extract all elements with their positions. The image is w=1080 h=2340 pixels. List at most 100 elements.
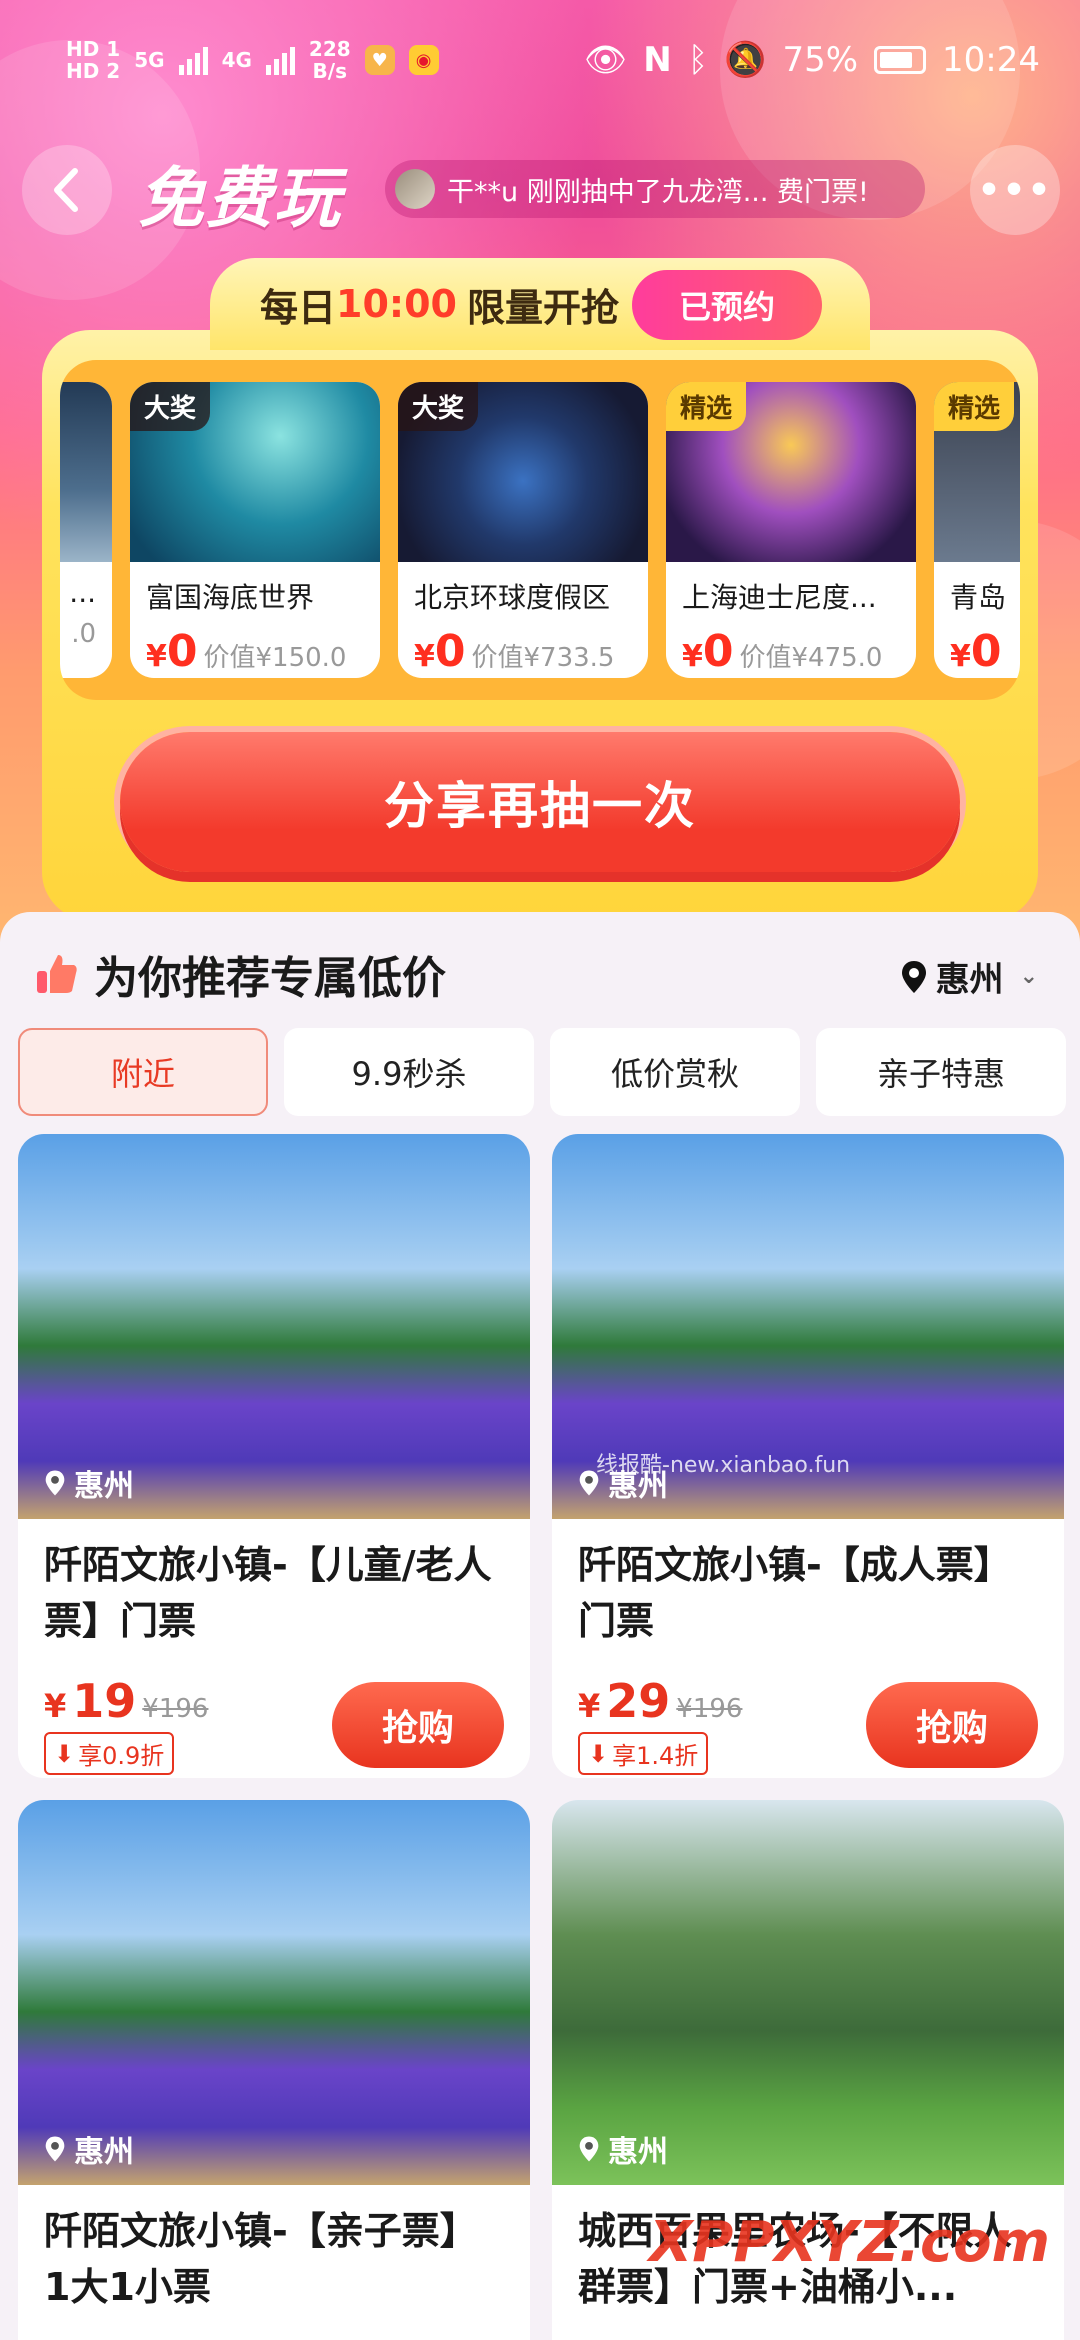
weibo-icon: ◉ [408, 45, 439, 75]
city-name: 惠州 [935, 960, 1004, 1000]
prize-name: ... [69, 576, 96, 609]
prize-card[interactable]: 精选 青岛 ¥ 0 [934, 382, 1020, 678]
location-label: 惠州 [74, 2135, 134, 2170]
ticker-text: 干**u 刚刚抽中了九龙湾... 费门票! [447, 176, 869, 208]
prize-name: 富国海底世界 [146, 581, 315, 614]
original-price: ¥196 [676, 1694, 743, 1724]
eye-icon: 👁 [584, 40, 628, 80]
daily-prefix: 每日 [260, 285, 337, 330]
product-price: ¥ 29 ¥196 ⬇ 享1.4折 [578, 1674, 742, 1775]
product-card[interactable]: 惠州 阡陌文旅小镇-【亲子票】1大1小票 [18, 1800, 530, 2340]
prize-worth: 价值¥475.0 [739, 643, 883, 673]
prize-price: 0 [970, 626, 1002, 677]
net-speed: 228 B/s [309, 38, 351, 82]
share-again-button[interactable]: 分享再抽一次 [120, 732, 960, 872]
product-grid: 惠州 阡陌文旅小镇-【儿童/老人票】门票 ¥ 19 ¥196 ⬇ 享0.9折 抢… [18, 1134, 1064, 2340]
filter-tabs: 附近 9.9秒杀 低价赏秋 亲子特惠 [18, 1028, 1066, 1116]
prize-tag: 精选 [934, 382, 1015, 431]
hero-banner: HD 1 HD 2 5G 4G 228 B/s ♥ ◉ 👁 N ᛒ 🔕 75% … [0, 0, 1080, 960]
daily-time: 10:00 [336, 282, 457, 326]
more-dots-icon: ••• [977, 169, 1053, 211]
battery-icon [874, 46, 927, 74]
net-speed-unit: B/s [312, 59, 347, 83]
daily-suffix: 限量开抢 [466, 285, 619, 330]
bluetooth-icon: ᛒ [687, 40, 709, 80]
prize-currency: ¥ [414, 639, 435, 674]
prize-currency: ¥ [682, 639, 703, 674]
filter-tab-autumn[interactable]: 低价赏秋 [550, 1028, 800, 1116]
location-pin-icon [45, 2136, 65, 2162]
reserved-button[interactable]: 已预约 [632, 270, 822, 340]
prize-name: 上海迪士尼度... [682, 581, 877, 614]
discount-badge: ⬇ 享1.4折 [578, 1732, 709, 1775]
signal-4g-label: 4G [221, 48, 252, 72]
city-selector[interactable]: 惠州 ⌄ [900, 952, 1038, 1001]
signal-5g-label: 5G [134, 48, 165, 72]
prize-card[interactable]: ... .0 [60, 382, 112, 678]
page-title: 免费玩 [138, 160, 342, 237]
winner-ticker: 干**u 刚刚抽中了九龙湾... 费门票! [385, 160, 925, 218]
watermark-logo: XPPXYZ.com [649, 2210, 1050, 2275]
prize-card[interactable]: 大奖 富国海底世界 ¥ 0 价值¥150.0 [130, 382, 380, 678]
location-label: 惠州 [608, 2135, 668, 2170]
prize-price: 0 [702, 626, 734, 677]
product-location: 惠州 [578, 2127, 668, 2171]
product-title: 阡陌文旅小镇-【亲子票】1大1小票 [44, 2209, 478, 2309]
price-currency: ¥ [44, 1687, 67, 1725]
price-value: 29 [606, 1674, 671, 1728]
mute-bell-icon: 🔕 [724, 40, 767, 80]
prize-worth: .0 [71, 619, 96, 649]
prize-card[interactable]: 大奖 北京环球度假区 ¥ 0 价值¥733.5 [398, 382, 648, 678]
signal-icon [265, 45, 295, 75]
location-label: 惠州 [74, 1469, 134, 1504]
more-button[interactable]: ••• [970, 145, 1060, 235]
product-location: 惠州 [44, 2127, 134, 2171]
product-image: 惠州 [18, 1134, 530, 1519]
filter-tab-nearby[interactable]: 附近 [18, 1028, 268, 1116]
thumbs-up-icon [37, 955, 77, 993]
prize-card[interactable]: 精选 上海迪士尼度... ¥ 0 价值¥475.0 [666, 382, 916, 678]
product-image: 惠州 [18, 1800, 530, 2185]
price-currency: ¥ [578, 1687, 601, 1725]
product-location: 惠州 [44, 1461, 134, 1505]
flame-icon: ⬇ [54, 1739, 75, 1768]
original-price: ¥196 [142, 1694, 209, 1724]
battery-percent: 75% [782, 40, 859, 80]
product-image: 惠州 [552, 1800, 1064, 2185]
prize-currency: ¥ [950, 639, 971, 674]
prize-tag: 大奖 [398, 382, 479, 431]
location-pin-icon [901, 960, 926, 993]
buy-button[interactable]: 抢购 [332, 1682, 504, 1768]
chevron-down-icon: ⌄ [1019, 964, 1038, 989]
hd1-label: HD 1 [66, 37, 121, 61]
filter-tab-family[interactable]: 亲子特惠 [816, 1028, 1066, 1116]
chevron-left-icon [54, 168, 78, 212]
nfc-icon: N [643, 40, 672, 80]
recommend-header: 为你推荐专属低价 [34, 942, 446, 1006]
prize-name: 北京环球度假区 [414, 581, 611, 614]
product-image: 线报酷-new.xianbao.fun 惠州 [552, 1134, 1064, 1519]
discount-label: 享1.4折 [612, 1742, 699, 1770]
flame-icon: ⬇ [588, 1739, 609, 1768]
product-location: 惠州 [578, 1461, 668, 1505]
recommend-title: 为你推荐专属低价 [94, 953, 446, 1004]
recommend-section: 为你推荐专属低价 惠州 ⌄ 附近 9.9秒杀 低价赏秋 亲子特惠 惠州 阡陌文旅… [0, 912, 1080, 2340]
avatar [395, 169, 435, 209]
net-speed-value: 228 [308, 37, 351, 61]
location-pin-icon [45, 1470, 65, 1496]
prize-carousel[interactable]: ... .0 大奖 富国海底世界 ¥ 0 价值¥150.0 大奖 北京环球度假区 [60, 360, 1020, 700]
prize-price: 0 [166, 626, 198, 677]
location-label: 惠州 [608, 1469, 668, 1504]
prize-worth: 价值¥733.5 [471, 643, 615, 673]
product-card[interactable]: 惠州 阡陌文旅小镇-【儿童/老人票】门票 ¥ 19 ¥196 ⬇ 享0.9折 抢… [18, 1134, 530, 1778]
filter-tab-flash-sale[interactable]: 9.9秒杀 [284, 1028, 534, 1116]
prize-tag: 大奖 [130, 382, 211, 431]
product-card[interactable]: 线报酷-new.xianbao.fun 惠州 阡陌文旅小镇-【成人票】门票 ¥ … [552, 1134, 1064, 1778]
prize-name: 青岛 [950, 581, 1007, 614]
prize-currency: ¥ [146, 639, 167, 674]
discount-label: 享0.9折 [78, 1742, 165, 1770]
prize-price: 0 [434, 626, 466, 677]
back-button[interactable] [22, 145, 112, 235]
buy-button[interactable]: 抢购 [866, 1682, 1038, 1768]
location-pin-icon [579, 1470, 599, 1496]
